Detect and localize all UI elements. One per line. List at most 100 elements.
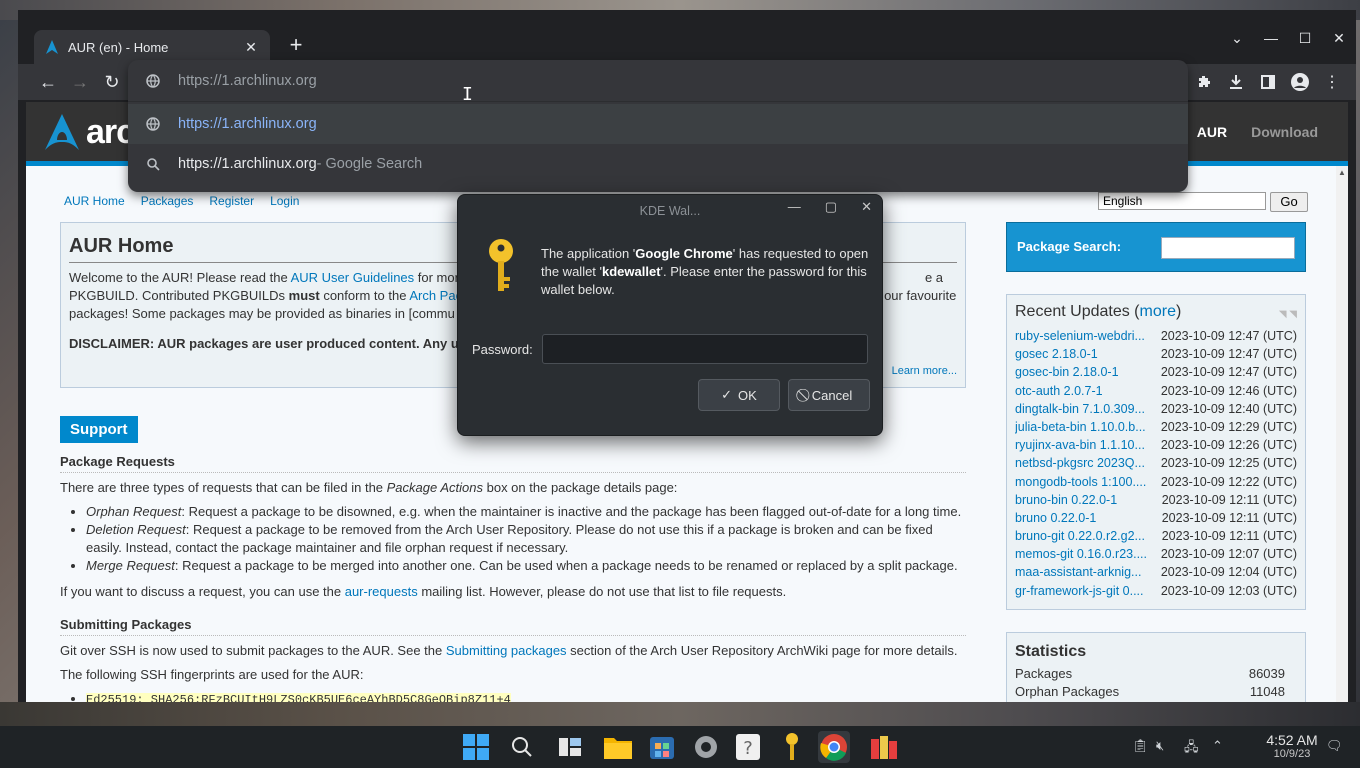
nav-download[interactable]: Download [1251, 124, 1318, 140]
settings-gear-icon[interactable] [690, 731, 722, 763]
arch-packaging-link[interactable]: Arch Pac [409, 288, 462, 303]
chrome-icon[interactable] [818, 731, 850, 763]
app-bundle-icon[interactable] [868, 731, 900, 763]
kwallet-key-icon[interactable] [776, 731, 808, 763]
dialog-message: The application 'Google Chrome' has requ… [541, 246, 869, 297]
update-link[interactable]: dingtalk-bin 7.1.0.309... [1015, 400, 1153, 418]
tab-close-icon[interactable]: ✕ [242, 38, 260, 56]
language-select[interactable]: English [1098, 192, 1266, 210]
update-link[interactable]: gosec-bin 2.18.0-1 [1015, 363, 1153, 381]
update-date: 2023-10-09 12:04 (UTC) [1160, 565, 1297, 580]
update-link[interactable]: memos-git 0.16.0.r23.... [1015, 545, 1153, 563]
reload-icon[interactable]: ↻ [100, 70, 124, 94]
subnav-aur-home[interactable]: AUR Home [64, 194, 125, 208]
tray-expand-icon[interactable]: ⌃ [1212, 738, 1223, 754]
side-panel-icon[interactable] [1258, 72, 1278, 92]
update-link[interactable]: bruno 0.22.0-1 [1015, 509, 1154, 527]
update-date: 2023-10-09 12:22 (UTC) [1160, 474, 1297, 489]
go-button[interactable]: Go [1270, 192, 1308, 212]
update-date: 2023-10-09 12:47 (UTC) [1160, 365, 1297, 380]
update-link[interactable]: bruno-git 0.22.0.r2.g2... [1015, 527, 1154, 545]
omnibox-dropdown: https://1.archlinux.org https://1.archli… [128, 60, 1188, 192]
file-manager-icon[interactable] [602, 731, 634, 763]
new-tab-button[interactable]: + [284, 34, 308, 58]
update-row: gosec 2.18.0-1 2023-10-09 12:47 (UTC) [1015, 345, 1297, 363]
desktop-wallpaper-bottom [0, 702, 1360, 726]
update-link[interactable]: mongodb-tools 1:100.... [1015, 473, 1153, 491]
update-date: 2023-10-09 12:07 (UTC) [1160, 547, 1297, 562]
list-item: Orphan Request: Request a package to be … [86, 503, 966, 521]
update-link[interactable]: gr-framework-js-git 0.... [1015, 582, 1153, 600]
rss-feed-icon[interactable]: ◥ ◥ [1279, 309, 1297, 320]
aur-requests-link[interactable]: aur-requests [345, 584, 418, 599]
network-icon[interactable]: 🖧 [1184, 738, 1199, 760]
address-bar[interactable]: https://1.archlinux.org [128, 60, 1188, 102]
subnav-packages[interactable]: Packages [141, 194, 194, 208]
guidelines-link[interactable]: AUR User Guidelines [291, 270, 415, 285]
subnav-login[interactable]: Login [270, 194, 299, 208]
update-date: 2023-10-09 12:11 (UTC) [1161, 529, 1297, 544]
task-view-icon[interactable] [554, 731, 586, 763]
download-icon[interactable] [1226, 72, 1246, 92]
update-link[interactable]: maa-assistant-arknig... [1015, 563, 1153, 581]
dialog-close-icon[interactable]: ✕ [861, 199, 872, 215]
start-menu-icon[interactable] [460, 731, 492, 763]
key-icon [484, 237, 518, 302]
scroll-up-icon[interactable]: ▲ [1338, 168, 1346, 177]
cancel-button[interactable]: ⃠Cancel [788, 379, 870, 411]
ok-button[interactable]: ✓ OK [698, 379, 780, 411]
update-date: 2023-10-09 12:40 (UTC) [1160, 401, 1297, 416]
stat-row: Packages 86039 [1015, 666, 1285, 681]
dialog-minimize-icon[interactable]: — [788, 199, 801, 215]
tab-search-chevron-icon[interactable]: ⌄ [1220, 30, 1254, 47]
page-scrollbar[interactable]: ▲ [1336, 166, 1348, 702]
software-store-icon[interactable] [646, 731, 678, 763]
fingerprint-item: Ed25519: SHA256:RFzBCUItH9LZS0cKB5UE6ceA… [86, 690, 966, 702]
update-link[interactable]: ryujinx-ava-bin 1.1.10... [1015, 436, 1153, 454]
profile-avatar-icon[interactable] [1290, 72, 1310, 92]
learn-more-link[interactable]: Learn more... [892, 365, 957, 377]
submitting-packages-link[interactable]: Submitting packages [446, 643, 567, 658]
arch-favicon-icon [46, 40, 58, 54]
address-input[interactable]: https://1.archlinux.org [178, 73, 317, 89]
update-link[interactable]: otc-auth 2.0.7-1 [1015, 382, 1153, 400]
close-window-icon[interactable]: ✕ [1322, 30, 1356, 47]
submitting-title: Submitting Packages [60, 617, 966, 636]
taskbar: ? 📋︎ 🔇︎ 🖧 ⌃ 4:52 AM 10/9/23 🗨︎ [0, 726, 1360, 768]
clipboard-icon[interactable]: 📋︎ [1132, 738, 1149, 754]
menu-kebab-icon[interactable]: ⋮ [1322, 72, 1342, 92]
update-link[interactable]: netbsd-pkgsrc 2023Q... [1015, 454, 1153, 472]
password-field[interactable] [542, 334, 868, 364]
update-link[interactable]: gosec 2.18.0-1 [1015, 345, 1153, 363]
taskbar-clock[interactable]: 4:52 AM 10/9/23 [1262, 732, 1322, 760]
search-icon[interactable] [506, 731, 538, 763]
maximize-icon[interactable]: ☐ [1288, 30, 1322, 47]
request-types-list: Orphan Request: Request a package to be … [86, 503, 966, 575]
window-controls: ⌄ — ☐ ✕ [1220, 30, 1356, 47]
package-search-input[interactable] [1161, 237, 1295, 259]
submitting-text: Git over SSH is now used to submit packa… [60, 643, 958, 658]
minimize-icon[interactable]: — [1254, 30, 1288, 47]
update-row: bruno-git 0.22.0.r2.g2... 2023-10-09 12:1… [1015, 527, 1297, 545]
update-link[interactable]: ruby-selenium-webdri... [1015, 327, 1153, 345]
globe-icon [128, 73, 178, 88]
notifications-icon[interactable]: 🗨︎ [1326, 738, 1343, 754]
forward-icon[interactable]: → [68, 70, 92, 94]
update-link[interactable]: bruno-bin 0.22.0-1 [1015, 491, 1154, 509]
more-link[interactable]: more [1140, 303, 1176, 320]
update-link[interactable]: julia-beta-bin 1.10.0.b... [1015, 418, 1153, 436]
dialog-maximize-icon[interactable]: ▢ [825, 199, 837, 215]
subnav-register[interactable]: Register [209, 194, 254, 208]
volume-muted-icon[interactable]: 🔇︎ [1156, 738, 1164, 754]
suggestion-search[interactable]: https://1.archlinux.org - Google Search [128, 144, 1188, 184]
search-icon [128, 157, 178, 171]
package-requests-title: Package Requests [60, 454, 966, 473]
suggestion-url[interactable]: https://1.archlinux.org [128, 104, 1188, 144]
update-row: bruno-bin 0.22.0-1 2023-10-09 12:11 (UTC) [1015, 491, 1297, 509]
extensions-icon[interactable] [1194, 72, 1214, 92]
back-icon[interactable]: ← [36, 70, 60, 94]
nav-aur[interactable]: AUR [1197, 124, 1227, 140]
update-row: ruby-selenium-webdri... 2023-10-09 12:47 … [1015, 327, 1297, 345]
tab-aur-home[interactable]: AUR (en) - Home ✕ [34, 30, 270, 64]
help-icon[interactable]: ? [732, 731, 764, 763]
